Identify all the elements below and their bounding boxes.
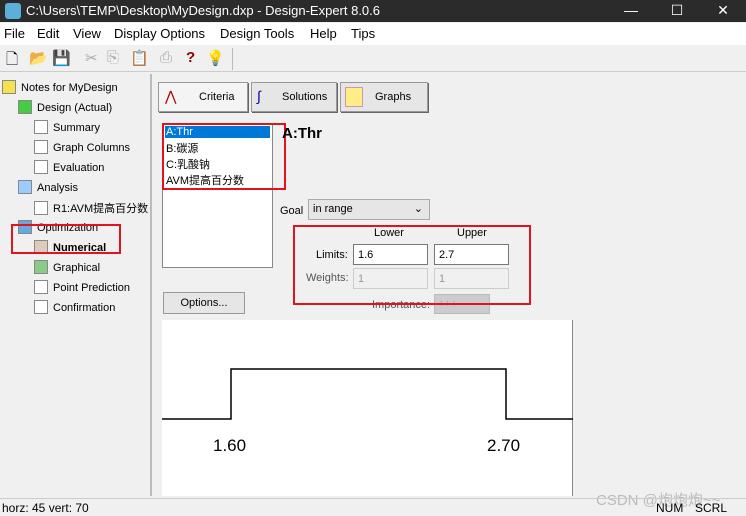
goal-label: Goal <box>280 205 304 217</box>
minimize-button[interactable]: — <box>608 0 654 22</box>
tip-icon[interactable]: 💡 <box>206 49 225 67</box>
graphs-icon <box>345 87 363 107</box>
factor-title: A:Thr <box>282 125 322 142</box>
save-icon[interactable]: 💾 <box>52 49 71 67</box>
ramp-line <box>162 368 573 420</box>
tab-label: Criteria <box>199 91 235 103</box>
tree-item-point-prediction[interactable]: Point Prediction <box>34 280 130 294</box>
menu-file[interactable]: File <box>4 26 25 41</box>
desirability-graph: 1.60 2.70 <box>162 320 573 496</box>
title-bar: C:\Users\TEMP\Desktop\MyDesign.dxp - Des… <box>0 0 746 22</box>
new-icon[interactable]: 🗋 <box>6 49 18 74</box>
tree-label: Confirmation <box>53 302 116 314</box>
tree-item-summary[interactable]: Summary <box>34 120 100 134</box>
tree-item-analysis[interactable]: Analysis <box>18 180 78 194</box>
window-title: C:\Users\TEMP\Desktop\MyDesign.dxp - Des… <box>26 3 381 18</box>
tree-item-graphical[interactable]: Graphical <box>34 260 100 274</box>
tab-solutions[interactable]: Solutions <box>251 82 337 112</box>
help-icon[interactable]: ? <box>186 49 195 66</box>
menu-tips[interactable]: Tips <box>351 26 375 41</box>
menu-help[interactable]: Help <box>310 26 337 41</box>
lower-limit-label: 1.60 <box>213 436 247 455</box>
paste-icon[interactable]: 📋 <box>130 49 149 67</box>
tree-label: Point Prediction <box>53 282 131 294</box>
num-indicator: NUM <box>656 501 684 515</box>
criteria-icon: ⋀ <box>165 88 177 104</box>
tree-item-confirmation[interactable]: Confirmation <box>34 300 115 314</box>
cursor-position: horz: 45 vert: 70 <box>2 501 89 515</box>
annotation-box <box>162 123 286 190</box>
options-button[interactable]: Options... <box>163 292 245 314</box>
tree-label: Notes for MyDesign <box>21 82 118 94</box>
upper-limit-label: 2.70 <box>487 436 521 455</box>
tree-item-design[interactable]: Design (Actual) <box>18 100 112 114</box>
tree-root[interactable]: Notes for MyDesign <box>2 80 118 94</box>
toolbar: 🗋 📂 💾 ✂ ⎘ 📋 ⎙ ? 💡 <box>0 46 746 72</box>
app-icon <box>5 3 21 19</box>
tree-label: Graphical <box>53 262 101 274</box>
status-bar: horz: 45 vert: 70 NUM SCRL <box>0 498 746 516</box>
desirability-ramp <box>162 368 573 420</box>
tab-label: Solutions <box>282 91 328 103</box>
copy-icon[interactable]: ⎘ <box>107 49 119 66</box>
menu-view[interactable]: View <box>73 26 101 41</box>
solutions-icon: ∫ <box>257 88 261 104</box>
toolbar-divider <box>232 48 233 70</box>
tree-item-evaluation[interactable]: Evaluation <box>34 160 104 174</box>
menu-display-options[interactable]: Display Options <box>114 26 205 41</box>
tree-label: R1:AVM提高百分数 <box>53 203 149 215</box>
tree-label: Analysis <box>37 182 78 194</box>
scrl-indicator: SCRL <box>695 501 728 515</box>
tab-label: Graphs <box>375 91 412 103</box>
print-icon[interactable]: ⎙ <box>160 49 172 66</box>
goal-select[interactable]: in range ⌄ <box>308 199 430 220</box>
tree-item-r1[interactable]: R1:AVM提高百分数 <box>34 200 148 216</box>
tree-label: Design (Actual) <box>37 102 113 114</box>
menu-bar: File Edit View Display Options Design To… <box>0 23 746 45</box>
chevron-down-icon: ⌄ <box>413 203 423 215</box>
menu-edit[interactable]: Edit <box>37 26 59 41</box>
annotation-box <box>11 224 121 254</box>
maximize-button[interactable]: ☐ <box>654 0 700 22</box>
navigation-tree: Notes for MyDesign Design (Actual) Summa… <box>0 74 152 496</box>
tree-label: Graph Columns <box>53 142 131 154</box>
tree-label: Summary <box>53 122 101 134</box>
cut-icon[interactable]: ✂ <box>85 49 98 67</box>
goal-value: in range <box>313 203 353 215</box>
close-button[interactable]: ✕ <box>700 0 746 22</box>
tree-item-graph-columns[interactable]: Graph Columns <box>34 140 130 154</box>
tree-label: Evaluation <box>53 162 105 174</box>
open-icon[interactable]: 📂 <box>29 49 48 67</box>
annotation-box <box>293 225 531 305</box>
menu-design-tools[interactable]: Design Tools <box>220 26 294 41</box>
